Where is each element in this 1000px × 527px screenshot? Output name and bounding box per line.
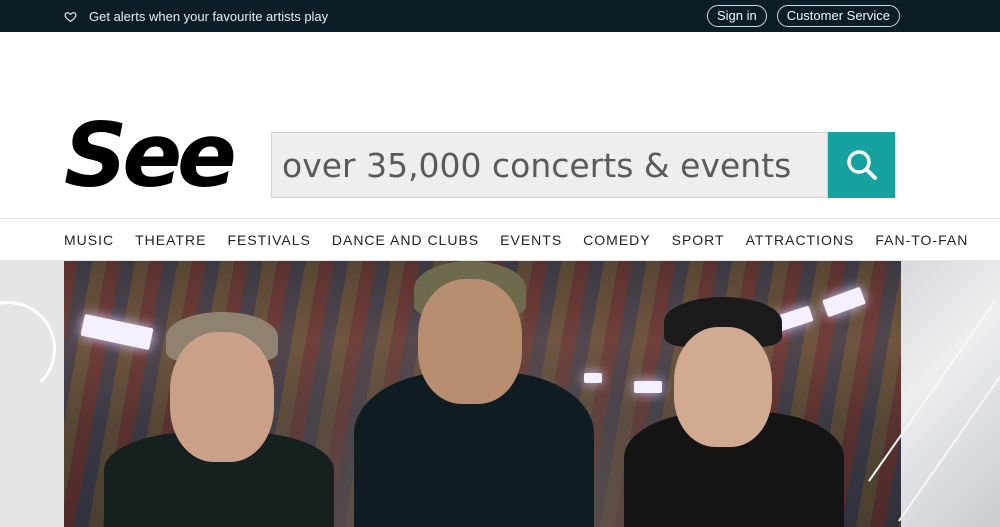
nav-item-festivals[interactable]: FESTIVALS <box>227 232 310 248</box>
alert-text: Get alerts when your favourite artists p… <box>89 8 329 24</box>
nav-item-music[interactable]: MUSIC <box>64 232 114 248</box>
top-bar: Get alerts when your favourite artists p… <box>0 0 1000 32</box>
nav-item-attractions[interactable]: ATTRACTIONS <box>746 232 855 248</box>
category-nav: MUSIC THEATRE FESTIVALS DANCE AND CLUBS … <box>0 219 1000 261</box>
site-logo[interactable]: See <box>64 106 237 206</box>
hero-right-panel <box>868 261 1000 527</box>
nav-item-comedy[interactable]: COMEDY <box>583 232 650 248</box>
customer-service-button[interactable]: Customer Service <box>776 5 900 27</box>
artist-alerts-link[interactable]: Get alerts when your favourite artists p… <box>64 9 328 24</box>
search-button[interactable] <box>828 132 895 198</box>
band-member-right <box>624 297 844 527</box>
search-input[interactable] <box>271 132 828 198</box>
nav-item-events[interactable]: EVENTS <box>500 232 562 248</box>
hero-image[interactable] <box>64 261 901 527</box>
nav-item-fan-to-fan[interactable]: FAN-TO-FAN <box>875 232 968 248</box>
nav-item-dance-and-clubs[interactable]: DANCE AND CLUBS <box>332 232 479 248</box>
search-bar <box>271 132 895 198</box>
header: See <box>0 32 1000 219</box>
hero-banner[interactable] <box>0 261 1000 527</box>
account-buttons: Sign in Customer Service <box>706 5 900 27</box>
heart-icon <box>64 11 77 22</box>
nav-item-sport[interactable]: SPORT <box>672 232 725 248</box>
band-member-left <box>104 312 334 527</box>
nav-item-theatre[interactable]: THEATRE <box>135 232 206 248</box>
hero-left-panel <box>0 261 64 527</box>
decorative-arc <box>0 301 56 397</box>
band-member-middle <box>354 261 594 527</box>
sign-in-button[interactable]: Sign in <box>706 5 767 27</box>
search-icon <box>846 150 877 180</box>
